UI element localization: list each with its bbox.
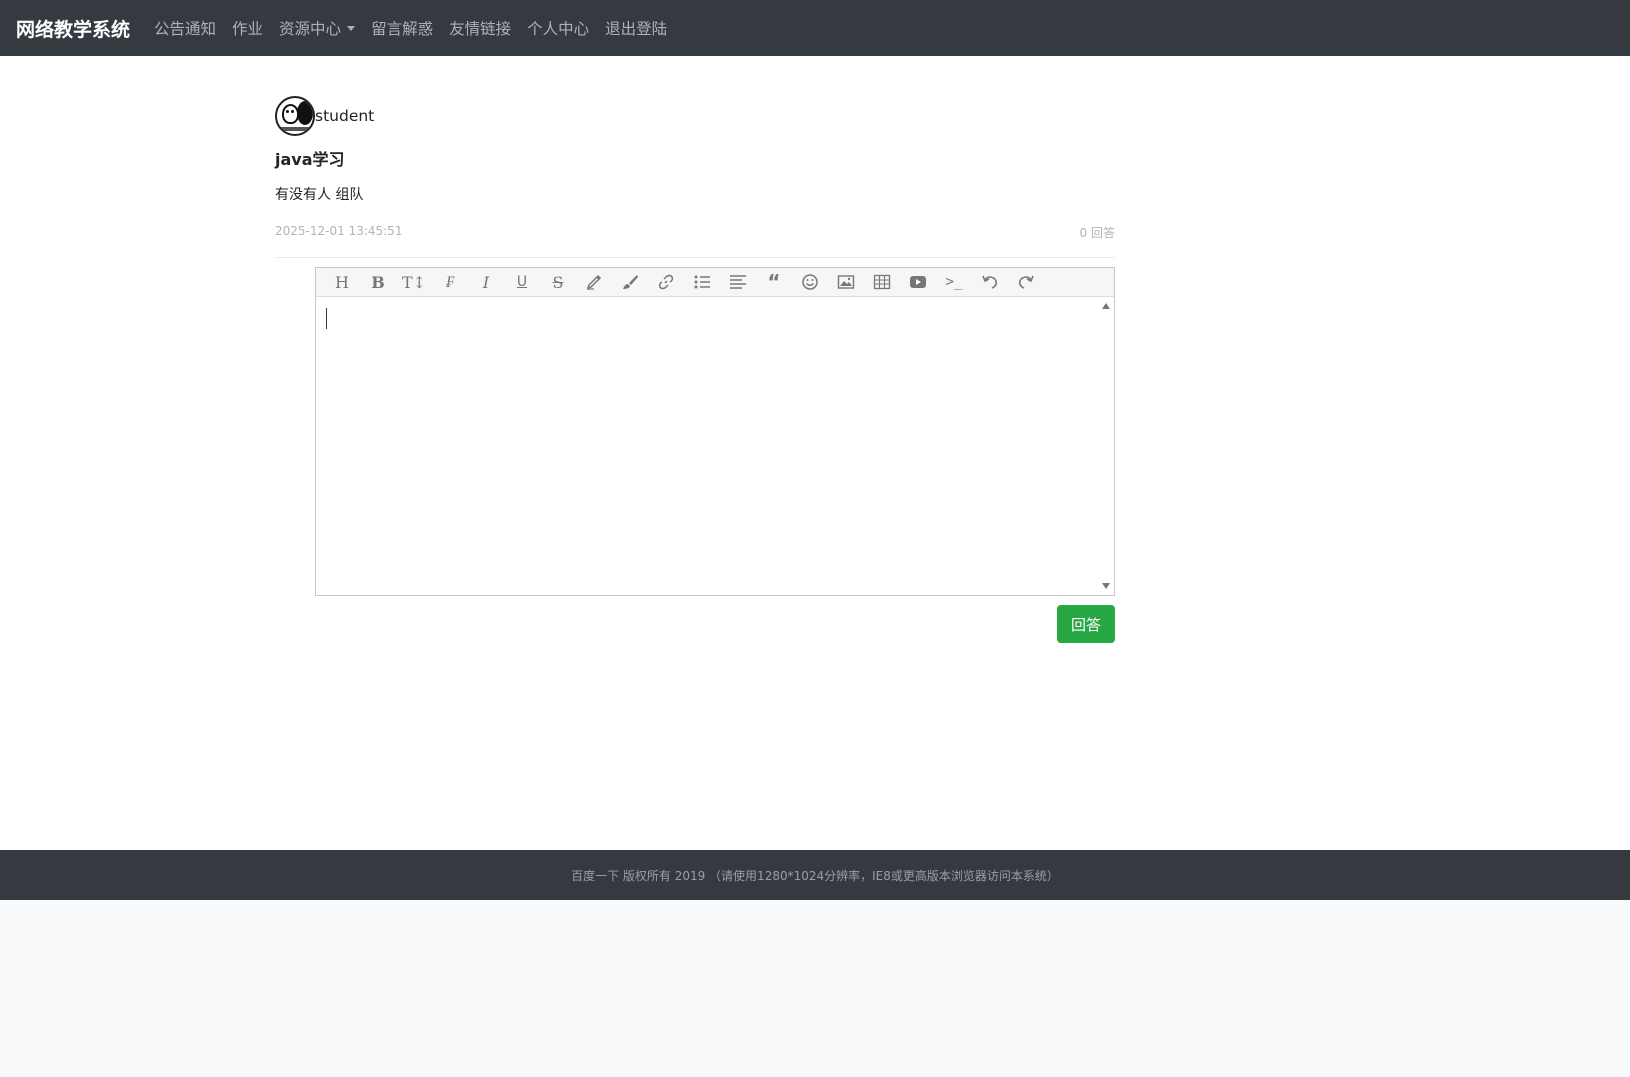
video-icon[interactable]	[900, 268, 936, 296]
heading-icon[interactable]: H	[324, 268, 360, 296]
nav-item-label: 留言解惑	[371, 20, 434, 38]
nav-item-logout[interactable]: 退出登陆	[605, 17, 667, 39]
top-navbar: 网络教学系统 公告通知 作业 资源中心 留言解惑 友情链接 个人中心 退出登陆	[0, 0, 1630, 56]
align-icon[interactable]	[720, 268, 756, 296]
answer-count: 0 回答	[1079, 226, 1115, 240]
editor-toolbar: H B T↕ ₣ I U S “ >_	[316, 268, 1114, 297]
link-icon[interactable]	[648, 268, 684, 296]
font-size-icon[interactable]: T↕	[396, 268, 432, 296]
nav-item-label: 资源中心	[279, 20, 342, 38]
author-name: student	[315, 107, 375, 125]
post-body: 有没有人 组队	[275, 187, 364, 203]
author-row: student	[275, 96, 1115, 136]
brand-link[interactable]: 网络教学系统	[16, 15, 130, 42]
strikethrough-icon[interactable]: S	[540, 268, 576, 296]
caret-down-icon	[347, 25, 356, 31]
answer-textarea[interactable]	[316, 297, 1114, 595]
footer-copyright: 百度一下 版权所有 2019 （请使用1280*1024分辨率，IE8或更高版本…	[571, 868, 1059, 883]
bold-icon[interactable]: B	[360, 268, 396, 296]
post-meta: 2025-12-01 13:45:51 0 回答	[275, 224, 1115, 258]
page-footer: 百度一下 版权所有 2019 （请使用1280*1024分辨率，IE8或更高版本…	[0, 850, 1630, 900]
avatar	[275, 96, 315, 136]
background-color-icon[interactable]	[612, 268, 648, 296]
quote-icon[interactable]: “	[756, 268, 792, 296]
nav-item-label: 友情链接	[449, 20, 512, 38]
foreground-color-icon[interactable]	[576, 268, 612, 296]
nav-item-profile[interactable]: 个人中心	[527, 17, 589, 39]
image-icon[interactable]	[828, 268, 864, 296]
post-timestamp: 2025-12-01 13:45:51	[275, 224, 403, 238]
nav-item-label: 退出登陆	[605, 20, 668, 38]
undo-icon[interactable]	[972, 268, 1008, 296]
nav-item-label: 个人中心	[527, 20, 590, 38]
list-icon[interactable]	[684, 268, 720, 296]
font-family-icon[interactable]: ₣	[432, 268, 468, 296]
submit-answer-button[interactable]: 回答	[1057, 605, 1115, 643]
nav-item-label: 作业	[232, 20, 264, 38]
nav-item-homework[interactable]: 作业	[232, 17, 263, 39]
post-title: java学习	[275, 150, 345, 169]
redo-icon[interactable]	[1008, 268, 1044, 296]
editor-scrollbar[interactable]	[1098, 297, 1114, 595]
question-post: student java学习 有没有人 组队 2025-12-01 13:45:…	[275, 96, 1115, 258]
scroll-down-arrow-icon[interactable]	[1102, 583, 1110, 589]
nav-item-questions[interactable]: 留言解惑	[371, 17, 433, 39]
italic-icon[interactable]: I	[468, 268, 504, 296]
rich-text-editor: H B T↕ ₣ I U S “ >_	[315, 267, 1115, 596]
nav-item-announcements[interactable]: 公告通知	[154, 17, 216, 39]
code-icon[interactable]: >_	[936, 268, 972, 296]
nav-item-label: 公告通知	[154, 20, 217, 38]
scroll-up-arrow-icon[interactable]	[1102, 303, 1110, 309]
main-content: student java学习 有没有人 组队 2025-12-01 13:45:…	[0, 56, 1630, 850]
table-icon[interactable]	[864, 268, 900, 296]
underline-icon[interactable]: U	[504, 268, 540, 296]
nav-item-links[interactable]: 友情链接	[449, 17, 511, 39]
nav-item-resources-dropdown[interactable]: 资源中心	[279, 17, 356, 39]
emoji-icon[interactable]	[792, 268, 828, 296]
text-cursor	[326, 308, 327, 329]
